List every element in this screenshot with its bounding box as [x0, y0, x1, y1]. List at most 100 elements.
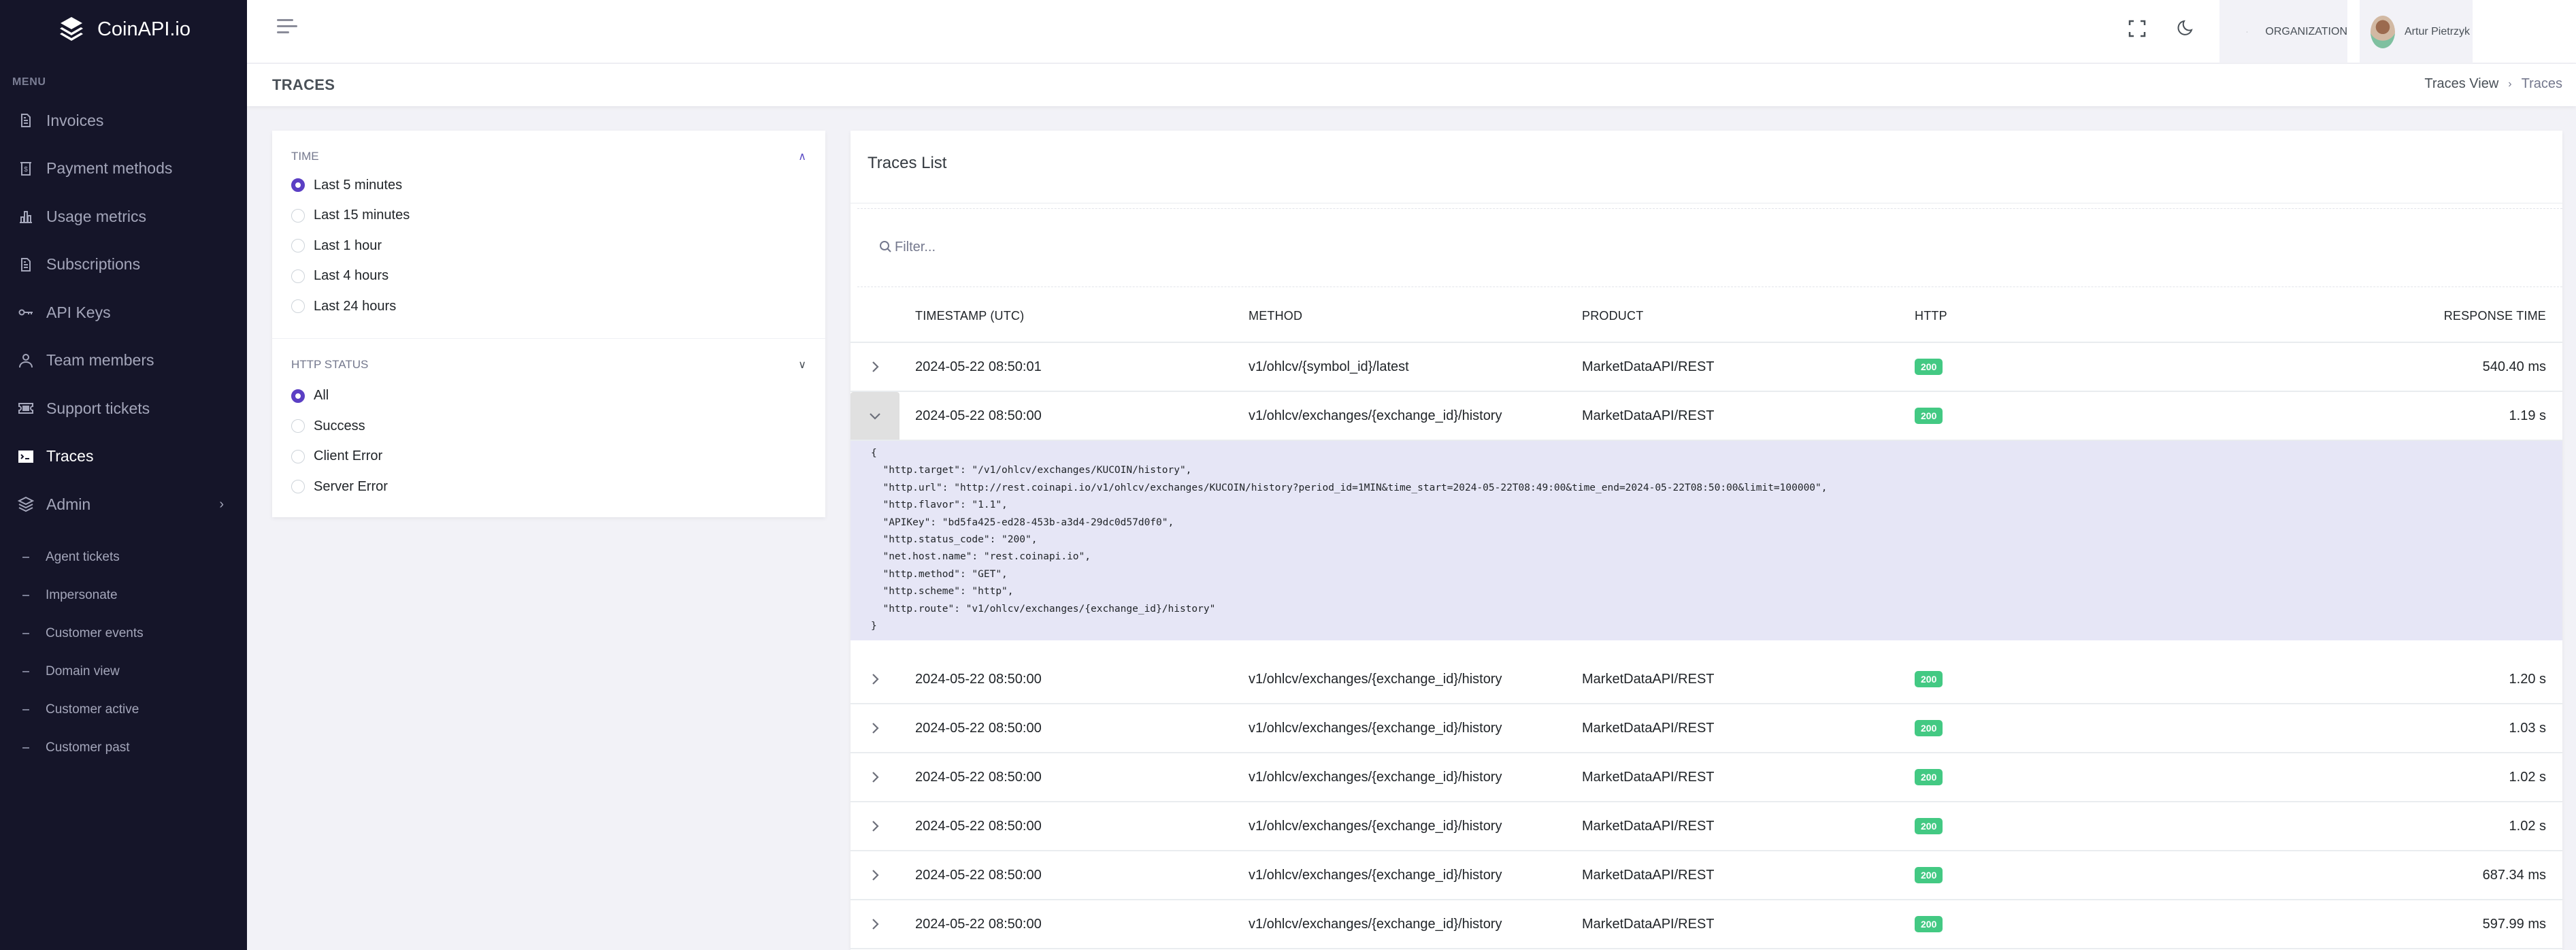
dark-mode-moon-icon[interactable] — [2172, 16, 2196, 41]
time-option-last-15-minutes[interactable]: Last 15 minutes — [291, 201, 806, 231]
cell-product: MarketDataAPI/REST — [1582, 721, 1715, 736]
layers-logo-icon — [59, 17, 83, 41]
expand-toggle[interactable] — [851, 655, 899, 703]
sidebar-item-api-keys[interactable]: API Keys — [0, 289, 247, 337]
radio-label: Last 4 hours — [314, 268, 389, 284]
cell-method: v1/ohlcv/exchanges/{exchange_id}/history — [1249, 721, 1502, 736]
status-badge: 200 — [1915, 818, 1943, 835]
cell-timestamp: 2024-05-22 08:50:00 — [915, 408, 1042, 423]
traces-list-card: Traces List TIMESTAMP (UTC) METHOD PRODU… — [851, 131, 2562, 950]
avatar — [2371, 15, 2395, 48]
brand-name: CoinAPI.io — [97, 18, 191, 40]
dollar-receipt-icon: $ — [18, 161, 34, 177]
status-option-all[interactable]: All — [291, 381, 806, 412]
status-badge: 200 — [1915, 867, 1943, 884]
radio[interactable] — [291, 419, 305, 433]
http-status-filter-header[interactable]: HTTP STATUS ∨ — [291, 355, 806, 374]
column-header-timestamp[interactable]: TIMESTAMP (UTC) — [915, 309, 1024, 323]
user-menu-button[interactable]: Artur Pietrzyk — [2360, 0, 2473, 63]
expand-toggle[interactable] — [851, 392, 899, 440]
column-header-product[interactable]: PRODUCT — [1582, 309, 1643, 323]
chevron-down-icon: ∨ — [798, 359, 806, 371]
radio[interactable] — [291, 299, 305, 314]
sidebar: CoinAPI.io MENU Invoices $ Payment metho… — [0, 0, 247, 950]
breadcrumb-current: Traces — [2521, 76, 2562, 91]
cell-http: 200 — [1915, 359, 1943, 375]
breadcrumb-traces-view[interactable]: Traces View — [2424, 76, 2498, 92]
time-option-last-24-hours[interactable]: Last 24 hours — [291, 291, 806, 322]
time-filter-header[interactable]: TIME ∧ — [291, 147, 806, 166]
organization-button[interactable]: ORGANIZATION — [2219, 0, 2347, 63]
sidebar-subitem-label: Customer events — [46, 625, 144, 640]
chevron-right-icon: › — [219, 496, 224, 512]
radio[interactable] — [291, 449, 305, 463]
table-body: 2024-05-22 08:50:01 v1/ohlcv/{symbol_id}… — [851, 343, 2562, 950]
sidebar-item-payment-methods[interactable]: $ Payment methods — [0, 145, 247, 193]
radio[interactable] — [291, 239, 305, 253]
filter-input[interactable] — [895, 233, 1439, 261]
time-option-last-5-minutes[interactable]: Last 5 minutes — [291, 170, 806, 201]
sidebar-item-admin[interactable]: Admin › — [0, 480, 247, 529]
expand-toggle[interactable] — [851, 851, 899, 899]
status-option-success[interactable]: Success — [291, 411, 806, 442]
table-row[interactable]: 2024-05-22 08:50:00 v1/ohlcv/exchanges/{… — [851, 655, 2562, 705]
sidebar-subitem-customer-active[interactable]: Customer active — [0, 691, 247, 729]
column-header-method[interactable]: METHOD — [1249, 309, 1302, 323]
expand-toggle[interactable] — [851, 900, 899, 948]
status-option-client-error[interactable]: Client Error — [291, 442, 806, 472]
column-header-http[interactable]: HTTP — [1915, 309, 1947, 323]
cell-http: 200 — [1915, 671, 1943, 688]
menu-title: MENU — [12, 76, 46, 88]
sidebar-item-traces[interactable]: Traces — [0, 433, 247, 481]
table-row[interactable]: 2024-05-22 08:50:00 v1/ohlcv/exchanges/{… — [851, 900, 2562, 950]
expand-toggle[interactable] — [851, 802, 899, 850]
brand-logo[interactable]: CoinAPI.io — [0, 0, 247, 59]
sidebar-subitem-customer-events[interactable]: Customer events — [0, 615, 247, 653]
sidebar-item-usage-metrics[interactable]: Usage metrics — [0, 193, 247, 241]
cell-product: MarketDataAPI/REST — [1582, 359, 1715, 374]
cell-response-time: 1.20 s — [2509, 672, 2546, 687]
time-option-last-4-hours[interactable]: Last 4 hours — [291, 261, 806, 292]
sidebar-subitem-agent-tickets[interactable]: Agent tickets — [0, 538, 247, 576]
table-row[interactable]: 2024-05-22 08:50:00 v1/ohlcv/exchanges/{… — [851, 851, 2562, 901]
table-row[interactable]: 2024-05-22 08:50:00 v1/ohlcv/exchanges/{… — [851, 753, 2562, 803]
sidebar-item-support-tickets[interactable]: Support tickets — [0, 384, 247, 433]
expand-toggle[interactable] — [851, 343, 899, 391]
sidebar-item-label: Payment methods — [46, 159, 173, 178]
fullscreen-icon[interactable] — [2125, 16, 2149, 41]
cell-method: v1/ohlcv/exchanges/{exchange_id}/history — [1249, 868, 1502, 883]
table-row[interactable]: 2024-05-22 08:50:01 v1/ohlcv/{symbol_id}… — [851, 343, 2562, 392]
file-text-icon — [18, 257, 34, 273]
radio[interactable] — [291, 208, 305, 223]
table-row[interactable]: 2024-05-22 08:50:00 v1/ohlcv/exchanges/{… — [851, 802, 2562, 852]
sidebar-item-subscriptions[interactable]: Subscriptions — [0, 241, 247, 289]
sidebar-item-invoices[interactable]: Invoices — [0, 97, 247, 145]
dash-icon — [22, 670, 29, 672]
radio-selected[interactable] — [291, 178, 305, 193]
cell-method: v1/ohlcv/{symbol_id}/latest — [1249, 359, 1409, 374]
radio-label: Client Error — [314, 448, 383, 464]
radio[interactable] — [291, 480, 305, 494]
sidebar-subitem-customer-past[interactable]: Customer past — [0, 729, 247, 767]
expand-toggle[interactable] — [851, 704, 899, 752]
chevron-right-icon — [872, 772, 879, 783]
expand-toggle[interactable] — [851, 753, 899, 801]
sidebar-subitem-impersonate[interactable]: Impersonate — [0, 576, 247, 615]
time-option-last-1-hour[interactable]: Last 1 hour — [291, 231, 806, 261]
table-row[interactable]: 2024-05-22 08:50:00 v1/ohlcv/exchanges/{… — [851, 392, 2562, 441]
sidebar-subitem-label: Agent tickets — [46, 549, 120, 564]
table-row[interactable]: 2024-05-22 08:50:00 v1/ohlcv/exchanges/{… — [851, 704, 2562, 754]
cell-response-time: 1.19 s — [2509, 408, 2546, 423]
radio-selected[interactable] — [291, 389, 305, 403]
sidebar-item-label: Traces — [46, 447, 94, 465]
menu-toggle-icon[interactable] — [277, 19, 299, 38]
column-header-response-time[interactable]: RESPONSE TIME — [2444, 309, 2546, 323]
cell-http: 200 — [1915, 916, 1943, 933]
sidebar-item-team-members[interactable]: Team members — [0, 337, 247, 385]
sidebar-item-label: API Keys — [46, 303, 111, 321]
dash-icon — [22, 556, 29, 558]
radio[interactable] — [291, 269, 305, 283]
cell-timestamp: 2024-05-22 08:50:00 — [915, 721, 1042, 736]
status-option-server-error[interactable]: Server Error — [291, 472, 806, 502]
sidebar-subitem-domain-view[interactable]: Domain view — [0, 653, 247, 691]
